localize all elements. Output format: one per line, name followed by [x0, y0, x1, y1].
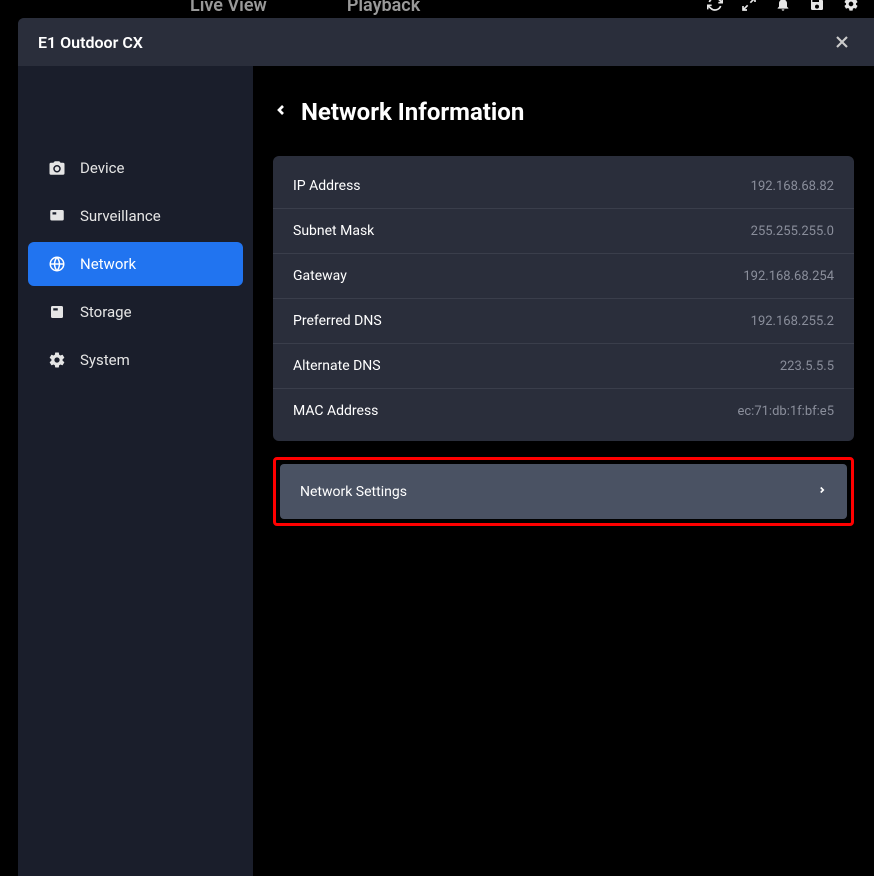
sidebar-item-network[interactable]: Network [28, 242, 243, 286]
sidebar-item-storage[interactable]: Storage [28, 290, 243, 334]
info-label: Preferred DNS [293, 313, 382, 329]
storage-icon [48, 303, 66, 321]
info-label: IP Address [293, 178, 361, 194]
sidebar: Device Surveillance Network Storage [18, 66, 253, 876]
info-row-subnet: Subnet Mask 255.255.255.0 [273, 209, 854, 254]
info-row-mac: MAC Address ec:71:db:1f:bf:e5 [273, 389, 854, 433]
sidebar-item-label: Device [80, 159, 124, 177]
settings-modal: E1 Outdoor CX Device Surveillance [18, 18, 874, 876]
info-label: Alternate DNS [293, 358, 381, 374]
sidebar-item-label: Network [80, 255, 136, 273]
info-value: ec:71:db:1f:bf:e5 [737, 404, 834, 419]
expand-icon[interactable] [741, 0, 757, 16]
refresh-icon[interactable] [707, 0, 723, 16]
info-value: 223.5.5.5 [780, 359, 834, 374]
settings-label: Network Settings [300, 484, 407, 500]
gear-icon [48, 351, 66, 369]
nav-playback[interactable]: Playback [347, 0, 420, 16]
sidebar-item-label: Surveillance [80, 207, 161, 225]
nav-live-view[interactable]: Live View [190, 0, 267, 16]
info-label: Subnet Mask [293, 223, 374, 239]
save-icon[interactable] [809, 0, 825, 16]
sidebar-item-label: System [80, 351, 130, 369]
network-info-panel: IP Address 192.168.68.82 Subnet Mask 255… [273, 156, 854, 441]
info-row-preferred-dns: Preferred DNS 192.168.255.2 [273, 299, 854, 344]
info-value: 255.255.255.0 [751, 224, 834, 239]
network-settings-button[interactable]: Network Settings [280, 464, 847, 519]
back-button[interactable] [273, 99, 289, 125]
content-area: Network Information IP Address 192.168.6… [253, 66, 874, 876]
gear-icon[interactable] [843, 0, 859, 16]
modal-header: E1 Outdoor CX [18, 18, 874, 66]
sidebar-item-surveillance[interactable]: Surveillance [28, 194, 243, 238]
sidebar-item-device[interactable]: Device [28, 146, 243, 190]
highlighted-row: Network Settings [273, 457, 854, 526]
info-label: MAC Address [293, 403, 378, 419]
info-value: 192.168.68.82 [751, 179, 834, 194]
camera-icon [48, 159, 66, 177]
info-row-alternate-dns: Alternate DNS 223.5.5.5 [273, 344, 854, 389]
top-icons [707, 0, 859, 16]
info-row-ip: IP Address 192.168.68.82 [273, 164, 854, 209]
info-label: Gateway [293, 268, 347, 284]
sidebar-item-label: Storage [80, 303, 132, 321]
modal-body: Device Surveillance Network Storage [18, 66, 874, 876]
info-value: 192.168.68.254 [743, 269, 834, 284]
info-value: 192.168.255.2 [751, 314, 834, 329]
page-header: Network Information [273, 98, 854, 126]
bell-icon[interactable] [775, 0, 791, 16]
chevron-right-icon [817, 482, 827, 501]
modal-title: E1 Outdoor CX [38, 33, 143, 52]
globe-icon [48, 255, 66, 273]
info-row-gateway: Gateway 192.168.68.254 [273, 254, 854, 299]
monitor-icon [48, 207, 66, 225]
page-title: Network Information [301, 98, 524, 126]
sidebar-item-system[interactable]: System [28, 338, 243, 382]
close-button[interactable] [830, 30, 854, 54]
